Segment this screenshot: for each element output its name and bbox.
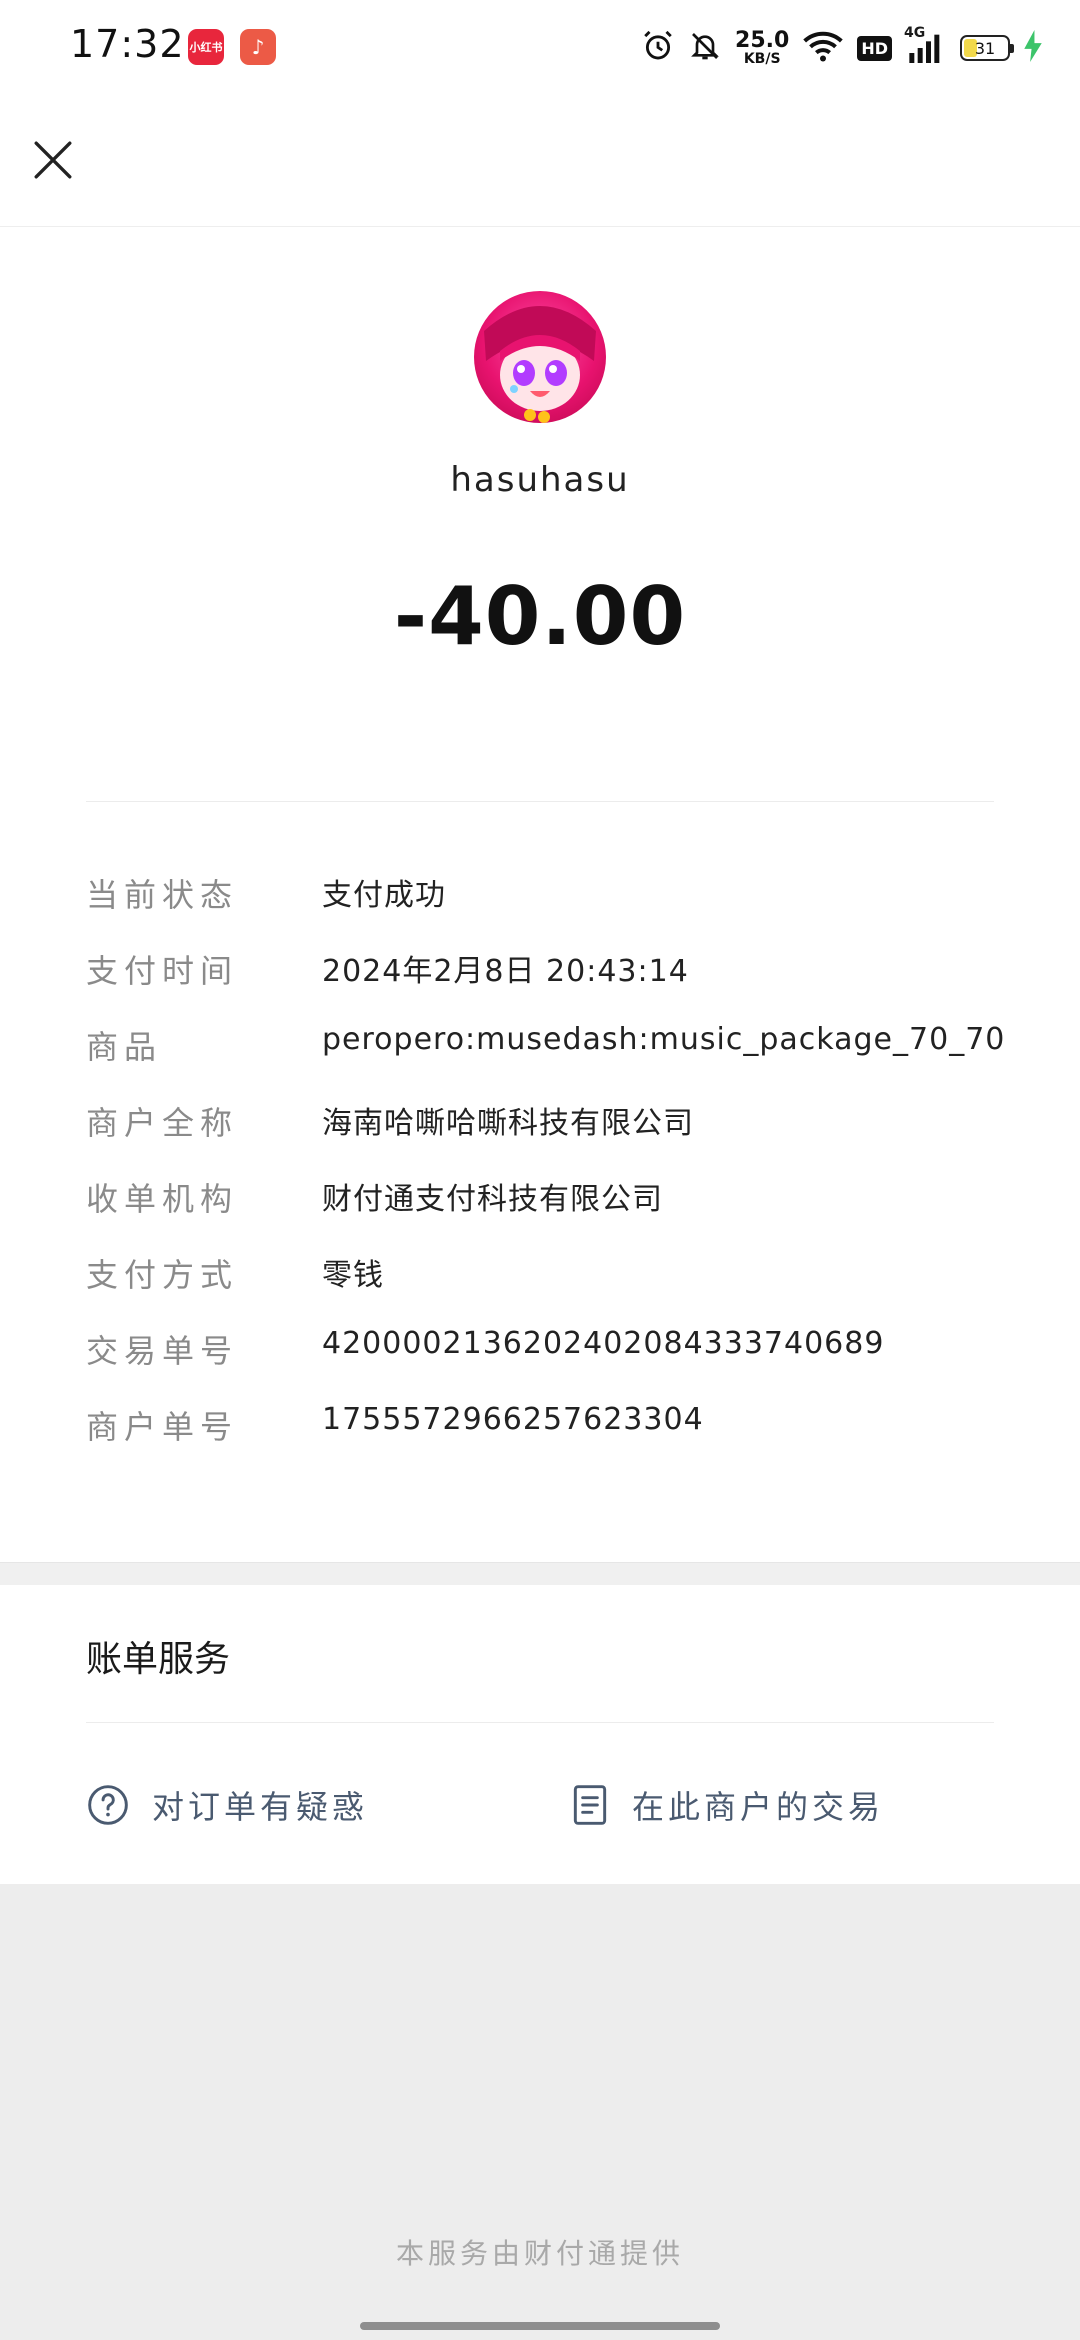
detail-value[interactable]: 4200002136202402084333740689 <box>322 1326 884 1361</box>
payee-avatar <box>474 291 606 423</box>
detail-label: 当前状态 <box>86 876 239 914</box>
detail-label: 商品 <box>86 1028 163 1066</box>
detail-label: 商户单号 <box>86 1408 239 1446</box>
merchant-transactions-button[interactable]: 在此商户的交易 <box>570 1780 884 1830</box>
detail-label: 收单机构 <box>86 1180 239 1218</box>
detail-row-payment-method: 支付方式 零钱 <box>86 1250 1036 1326</box>
detail-value[interactable]: 1755572966257623304 <box>322 1402 704 1437</box>
hd-badge: HD <box>857 35 892 61</box>
detail-label: 交易单号 <box>86 1332 239 1370</box>
detail-value: peropero:musedash:music_package_70_70 <box>322 1022 1006 1057</box>
charging-icon <box>1024 30 1042 66</box>
network-speed: 25.0 KB/S <box>735 28 790 67</box>
detail-value: 零钱 <box>322 1258 384 1293</box>
amount-divider <box>86 801 994 802</box>
detail-row-acquirer: 收单机构 财付通支付科技有限公司 <box>86 1174 1036 1250</box>
signal-icon: 4G <box>904 25 946 65</box>
order-question-label: 对订单有疑惑 <box>152 1788 369 1826</box>
service-divider <box>86 1722 994 1723</box>
status-bar: 17:32 小红书 ♪ 25.0 KB/S HD 4G 31 <box>0 0 1080 96</box>
document-icon <box>573 1785 607 1825</box>
status-time: 17:32 <box>70 22 185 66</box>
alarm-icon <box>641 29 675 67</box>
detail-value: 海南哈嘶哈嘶科技有限公司 <box>322 1106 694 1141</box>
detail-row-time: 支付时间 2024年2月8日 20:43:14 <box>86 946 1036 1022</box>
detail-row-merchant-order-id: 商户单号 1755572966257623304 <box>86 1402 1036 1478</box>
merchant-transactions-label: 在此商户的交易 <box>632 1788 885 1826</box>
header-divider <box>0 226 1080 227</box>
detail-row-transaction-id: 交易单号 4200002136202402084333740689 <box>86 1326 1036 1402</box>
provider-footer: 本服务由财付通提供 <box>395 2237 684 2270</box>
payee-name: hasuhasu <box>450 460 630 500</box>
xiaohongshu-app-icon: 小红书 <box>188 29 224 65</box>
detail-label: 商户全称 <box>86 1104 239 1142</box>
section-gap <box>0 1562 1080 1585</box>
bill-service-title: 账单服务 <box>86 1639 231 1680</box>
detail-value: 支付成功 <box>322 878 446 913</box>
music-app-icon: ♪ <box>240 29 276 65</box>
detail-value: 2024年2月8日 20:43:14 <box>322 954 689 989</box>
detail-label: 支付方式 <box>86 1256 239 1294</box>
detail-label: 支付时间 <box>86 952 239 990</box>
detail-value: 财付通支付科技有限公司 <box>322 1182 663 1217</box>
transaction-details: 当前状态 支付成功 支付时间 2024年2月8日 20:43:14 商品 per… <box>86 870 1036 1478</box>
payment-amount: -40.00 <box>393 570 687 663</box>
home-indicator[interactable] <box>360 2322 720 2330</box>
mute-bell-icon <box>689 30 721 66</box>
detail-row-merchant: 商户全称 海南哈嘶哈嘶科技有限公司 <box>86 1098 1036 1174</box>
question-circle-icon <box>88 1785 128 1825</box>
order-question-button[interactable]: 对订单有疑惑 <box>86 1780 368 1830</box>
close-button[interactable] <box>28 130 78 190</box>
status-icons: 25.0 KB/S HD 4G 31 <box>641 22 1042 74</box>
detail-row-status: 当前状态 支付成功 <box>86 870 1036 946</box>
close-icon <box>34 141 72 179</box>
battery-icon: 31 <box>960 35 1014 61</box>
wifi-icon <box>803 29 844 67</box>
detail-row-product: 商品 peropero:musedash:music_package_70_70 <box>86 1022 1036 1098</box>
